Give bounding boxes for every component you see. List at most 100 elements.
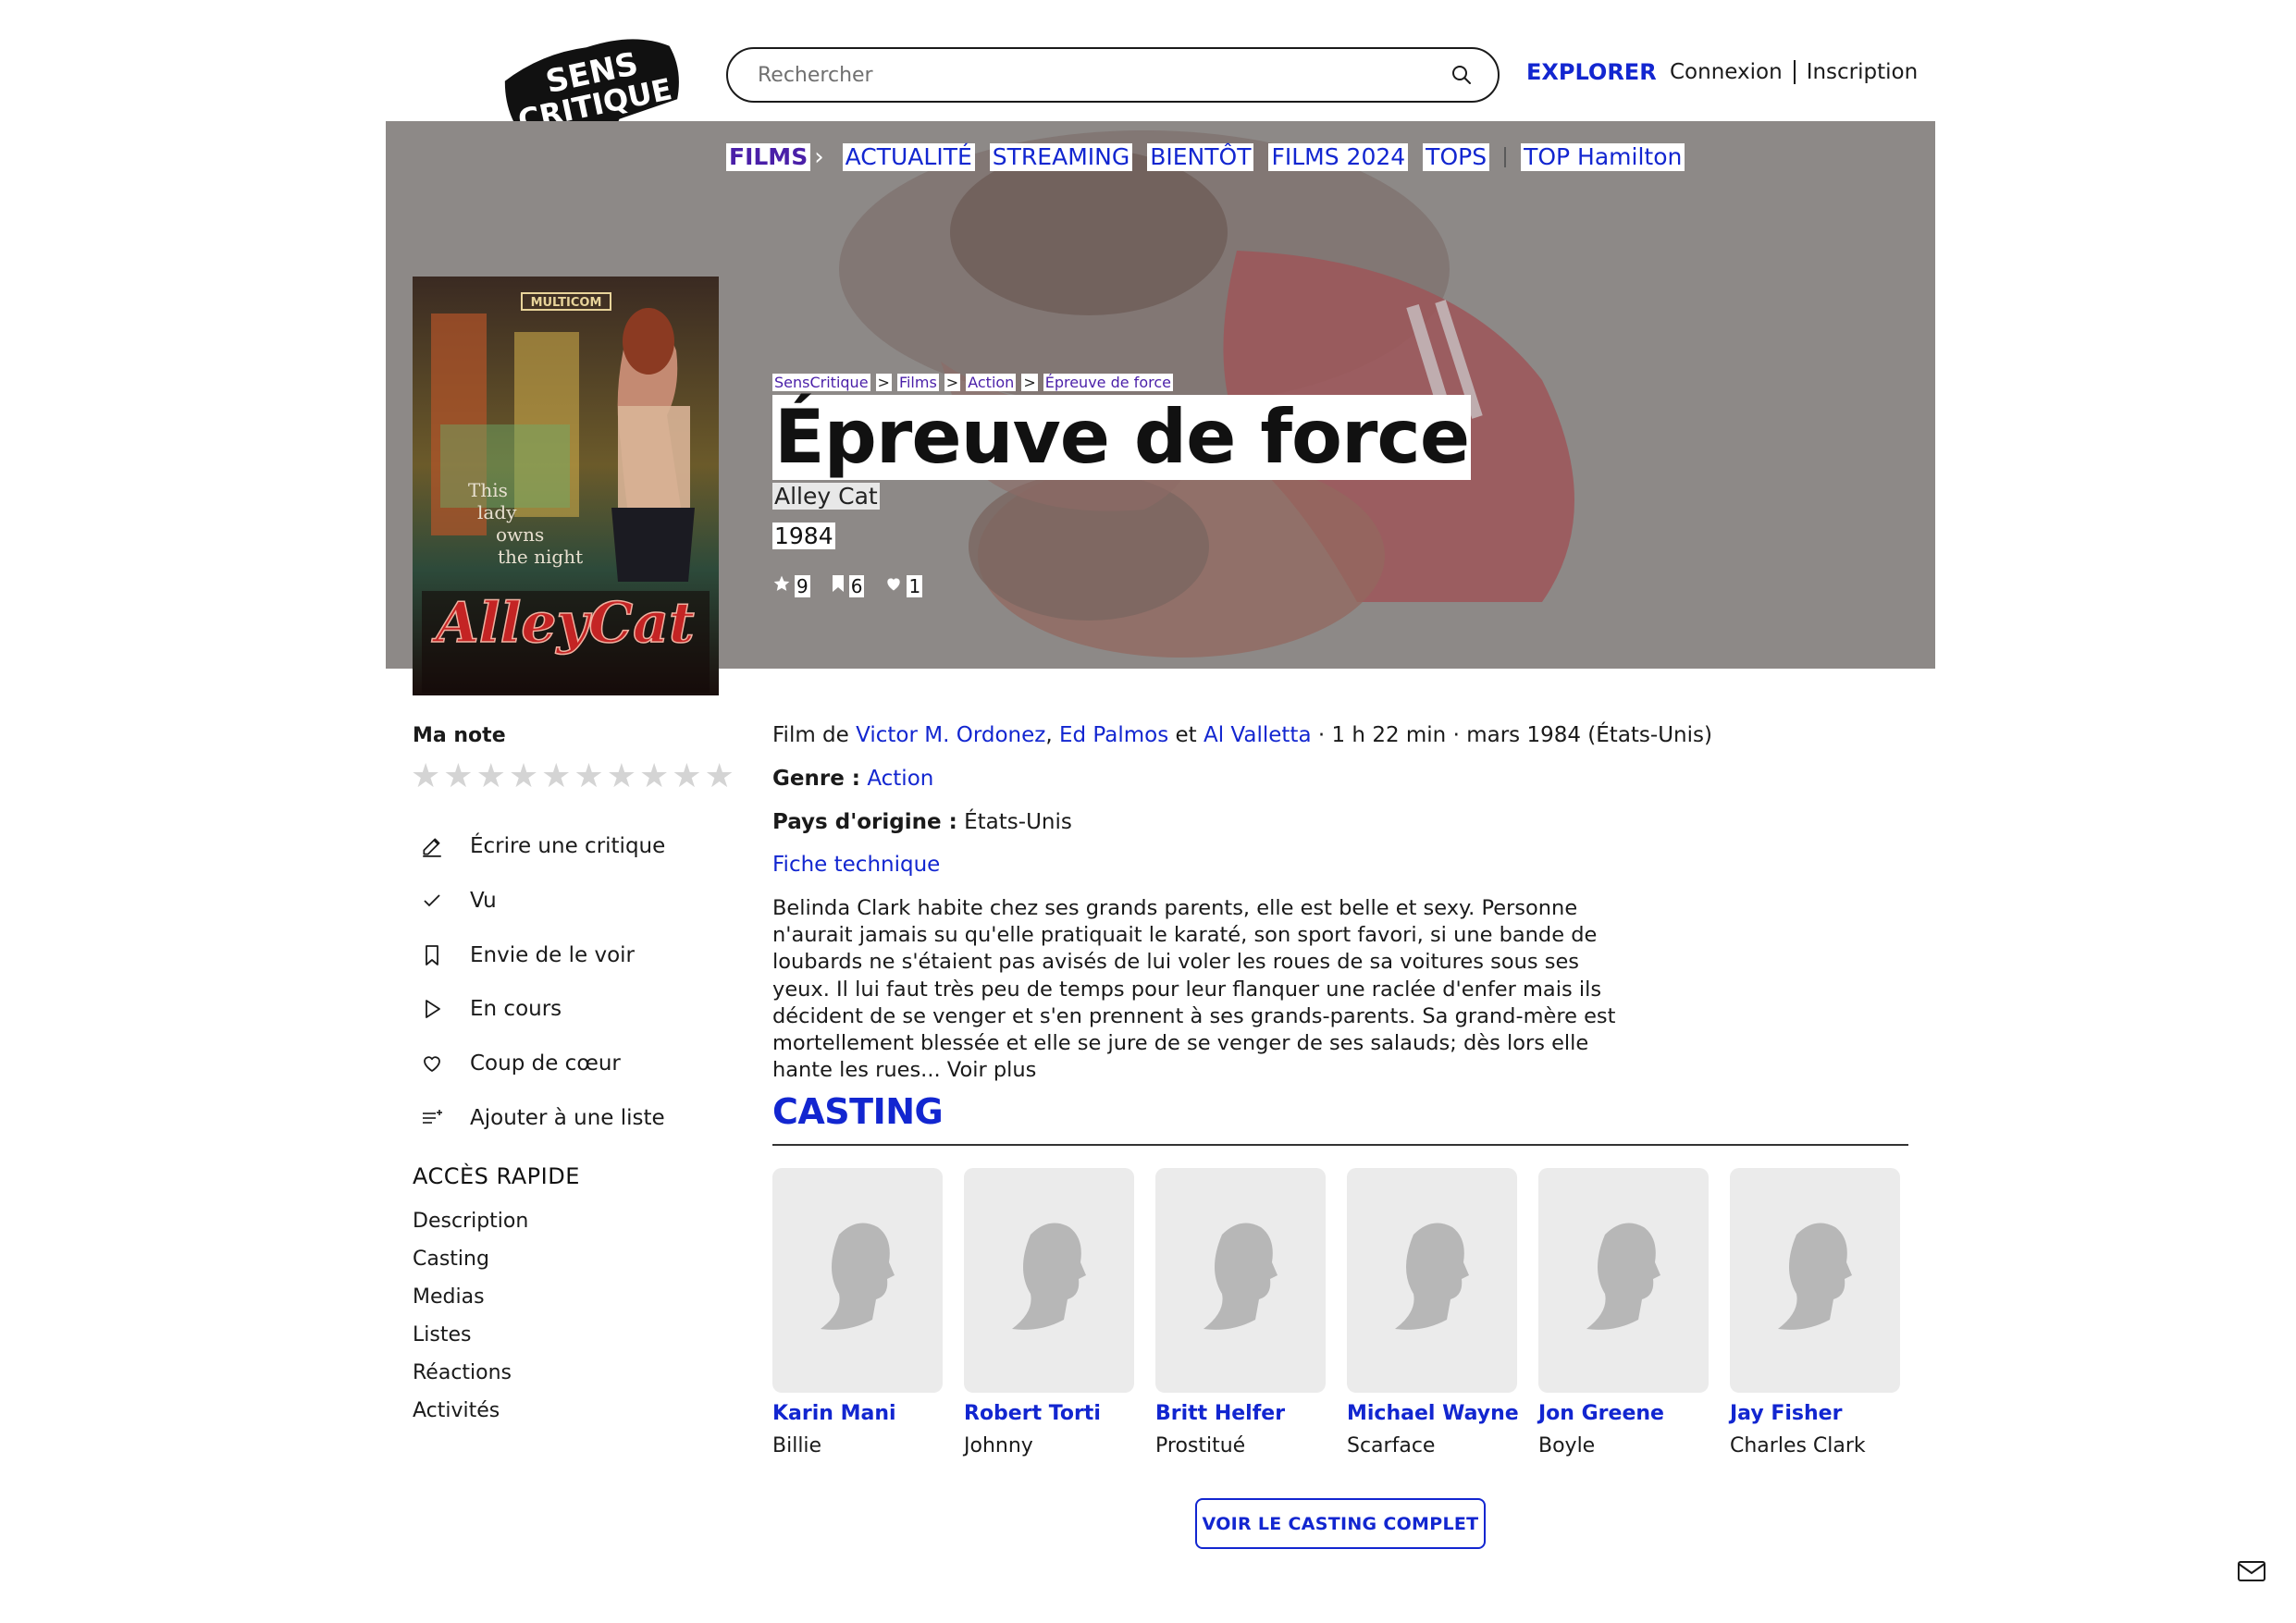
director-link[interactable]: Victor M. Ordonez (856, 723, 1045, 747)
write-review-label: Écrire une critique (470, 834, 666, 859)
nav-streaming[interactable]: STREAMING (989, 143, 1133, 171)
cast-card[interactable]: Jon Greene Boyle (1538, 1168, 1709, 1457)
quick-link-casting[interactable]: Casting (413, 1244, 528, 1282)
breadcrumb-action[interactable]: Action (966, 374, 1017, 391)
favorites-count-value: 1 (907, 574, 923, 597)
poster-tagline-3: owns (496, 523, 544, 546)
wishlist-count: 6 (831, 574, 865, 597)
poster-tagline-4: the night (498, 546, 583, 568)
cast-card[interactable]: Britt Helfer Prostitué (1155, 1168, 1326, 1457)
cast-card[interactable]: Jay Fisher Charles Clark (1730, 1168, 1900, 1457)
add-to-list-label: Ajouter à une liste (470, 1105, 665, 1130)
quick-link-medias[interactable]: Medias (413, 1282, 528, 1320)
wishlist-count-value: 6 (848, 574, 865, 597)
director-link[interactable]: Ed Palmos (1059, 723, 1168, 747)
cast-role: Scarface (1347, 1434, 1436, 1457)
rating-star-icon[interactable]: ★ (607, 759, 636, 793)
director-link[interactable]: Al Valletta (1204, 723, 1312, 747)
write-review-button[interactable]: Écrire une critique (418, 819, 665, 874)
search-bar[interactable] (726, 47, 1500, 103)
film-de-prefix: Film de (772, 723, 849, 747)
seen-button[interactable]: Vu (418, 874, 665, 928)
breadcrumb-separator: > (875, 374, 892, 391)
avatar-placeholder-icon (964, 1168, 1134, 1393)
nav-divider (1504, 147, 1507, 167)
wishlist-label: Envie de le voir (470, 942, 636, 967)
auth-divider (1793, 60, 1796, 84)
cast-role: Charles Clark (1730, 1434, 1866, 1457)
fiche-technique-link[interactable]: Fiche technique (772, 853, 940, 877)
cast-name[interactable]: Jay Fisher (1730, 1402, 1900, 1425)
check-icon (418, 887, 446, 915)
cast-name[interactable]: Karin Mani (772, 1402, 943, 1425)
quick-link-reactions[interactable]: Réactions (413, 1358, 528, 1396)
favorite-button[interactable]: Coup de cœur (418, 1037, 665, 1091)
breadcrumb-films[interactable]: Films (896, 374, 939, 391)
cast-card[interactable]: Robert Torti Johnny (964, 1168, 1134, 1457)
original-title: Alley Cat (772, 483, 880, 510)
cast-role: Boyle (1538, 1434, 1596, 1457)
rating-star-icon[interactable]: ★ (443, 759, 473, 793)
voir-plus-link[interactable]: Voir plus (947, 1058, 1037, 1082)
movie-poster[interactable]: MULTICOM This lady owns the night AlleyC… (413, 277, 719, 695)
cast-name[interactable]: Michael Wayne (1347, 1402, 1519, 1425)
casting-list: Karin Mani Billie Robert Torti Johnny Br… (772, 1168, 1900, 1457)
user-actions: Écrire une critique Vu Envie de le voir … (418, 819, 665, 1145)
breadcrumb-current[interactable]: Épreuve de force (1043, 374, 1173, 391)
genre-link[interactable]: Action (867, 767, 933, 791)
heart-icon (884, 574, 903, 597)
mail-icon[interactable] (2237, 1559, 2266, 1583)
main-nav: FILMS › ACTUALITÉ STREAMING BIENTÔT FILM… (726, 143, 1699, 171)
wishlist-button[interactable]: Envie de le voir (418, 928, 665, 982)
quick-link-activites[interactable]: Activités (413, 1396, 528, 1433)
in-progress-button[interactable]: En cours (418, 982, 665, 1037)
nav-bientot[interactable]: BIENTÔT (1147, 143, 1254, 171)
search-input[interactable] (758, 63, 1448, 87)
nav-films[interactable]: FILMS (726, 143, 811, 171)
nav-films-2024[interactable]: FILMS 2024 (1268, 143, 1409, 171)
quick-link-description[interactable]: Description (413, 1206, 528, 1244)
cast-card[interactable]: Karin Mani Billie (772, 1168, 943, 1457)
seen-label: Vu (470, 889, 497, 914)
cast-role: Billie (772, 1434, 822, 1457)
list-add-icon (418, 1104, 446, 1132)
cast-name[interactable]: Robert Torti (964, 1402, 1134, 1425)
country-label: Pays d'origine : (772, 810, 957, 834)
rating-star-icon[interactable]: ★ (476, 759, 506, 793)
bookmark-icon (831, 574, 846, 597)
nav-tops[interactable]: TOPS (1423, 143, 1490, 171)
avatar-placeholder-icon (1538, 1168, 1709, 1393)
breadcrumb-senscritique[interactable]: SensCritique (772, 374, 870, 391)
synopsis-text: Belinda Clark habite chez ses grands par… (772, 896, 1616, 1083)
cast-card[interactable]: Michael Wayne Scarface (1347, 1168, 1519, 1457)
full-cast-button[interactable]: VOIR LE CASTING COMPLET (1195, 1498, 1486, 1549)
add-to-list-button[interactable]: Ajouter à une liste (418, 1090, 665, 1145)
ratings-count-value: 9 (795, 574, 810, 597)
rating-star-icon[interactable]: ★ (541, 759, 571, 793)
rating-star-icon[interactable]: ★ (411, 759, 440, 793)
film-meta: · 1 h 22 min · mars 1984 (États-Unis) (1317, 723, 1712, 747)
rating-star-icon[interactable]: ★ (672, 759, 701, 793)
explore-link[interactable]: EXPLORER (1526, 59, 1657, 85)
login-link[interactable]: Connexion (1670, 60, 1783, 84)
search-icon[interactable] (1448, 61, 1475, 89)
quick-link-listes[interactable]: Listes (413, 1320, 528, 1358)
nav-actualite[interactable]: ACTUALITÉ (842, 143, 975, 171)
page-title: Épreuve de force (772, 394, 1472, 480)
rating-star-icon[interactable]: ★ (574, 759, 603, 793)
movie-stats: 9 6 1 (772, 574, 923, 597)
release-year: 1984 (772, 523, 835, 549)
rating-stars[interactable]: ★ ★ ★ ★ ★ ★ ★ ★ ★ ★ (411, 759, 734, 793)
signup-link[interactable]: Inscription (1807, 60, 1919, 84)
nav-top-hamilton[interactable]: TOP Hamilton (1521, 143, 1685, 171)
country-row: Pays d'origine : États-Unis (772, 810, 1072, 834)
cast-name[interactable]: Jon Greene (1538, 1402, 1709, 1425)
rating-star-icon[interactable]: ★ (509, 759, 538, 793)
cast-name[interactable]: Britt Helfer (1155, 1402, 1326, 1425)
quick-access-title: ACCÈS RAPIDE (413, 1163, 580, 1189)
quick-access-links: Description Casting Medias Listes Réacti… (413, 1206, 528, 1433)
star-icon (772, 574, 791, 597)
rating-star-icon[interactable]: ★ (705, 759, 734, 793)
ratings-count: 9 (772, 574, 810, 597)
rating-star-icon[interactable]: ★ (639, 759, 669, 793)
